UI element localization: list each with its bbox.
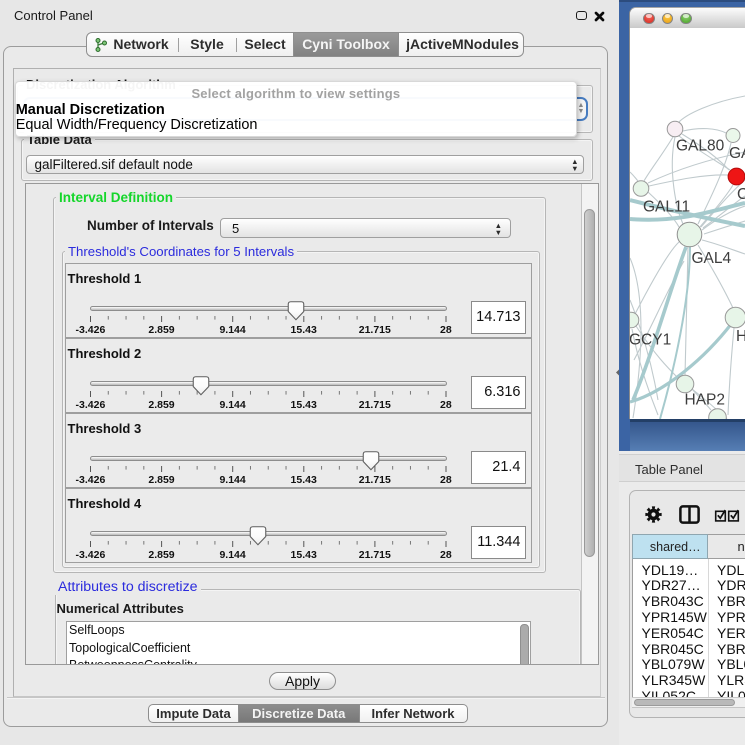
svg-text:GAL4: GAL4	[692, 250, 732, 267]
svg-text:HAP2: HAP2	[685, 392, 726, 409]
svg-text:GAL80: GAL80	[676, 138, 725, 155]
svg-text:HI: HI	[736, 328, 745, 345]
svg-text:GA: GA	[729, 145, 745, 162]
svg-text:C: C	[737, 186, 745, 203]
svg-text:GAL11: GAL11	[643, 199, 690, 216]
svg-text:GCY1: GCY1	[630, 332, 671, 349]
